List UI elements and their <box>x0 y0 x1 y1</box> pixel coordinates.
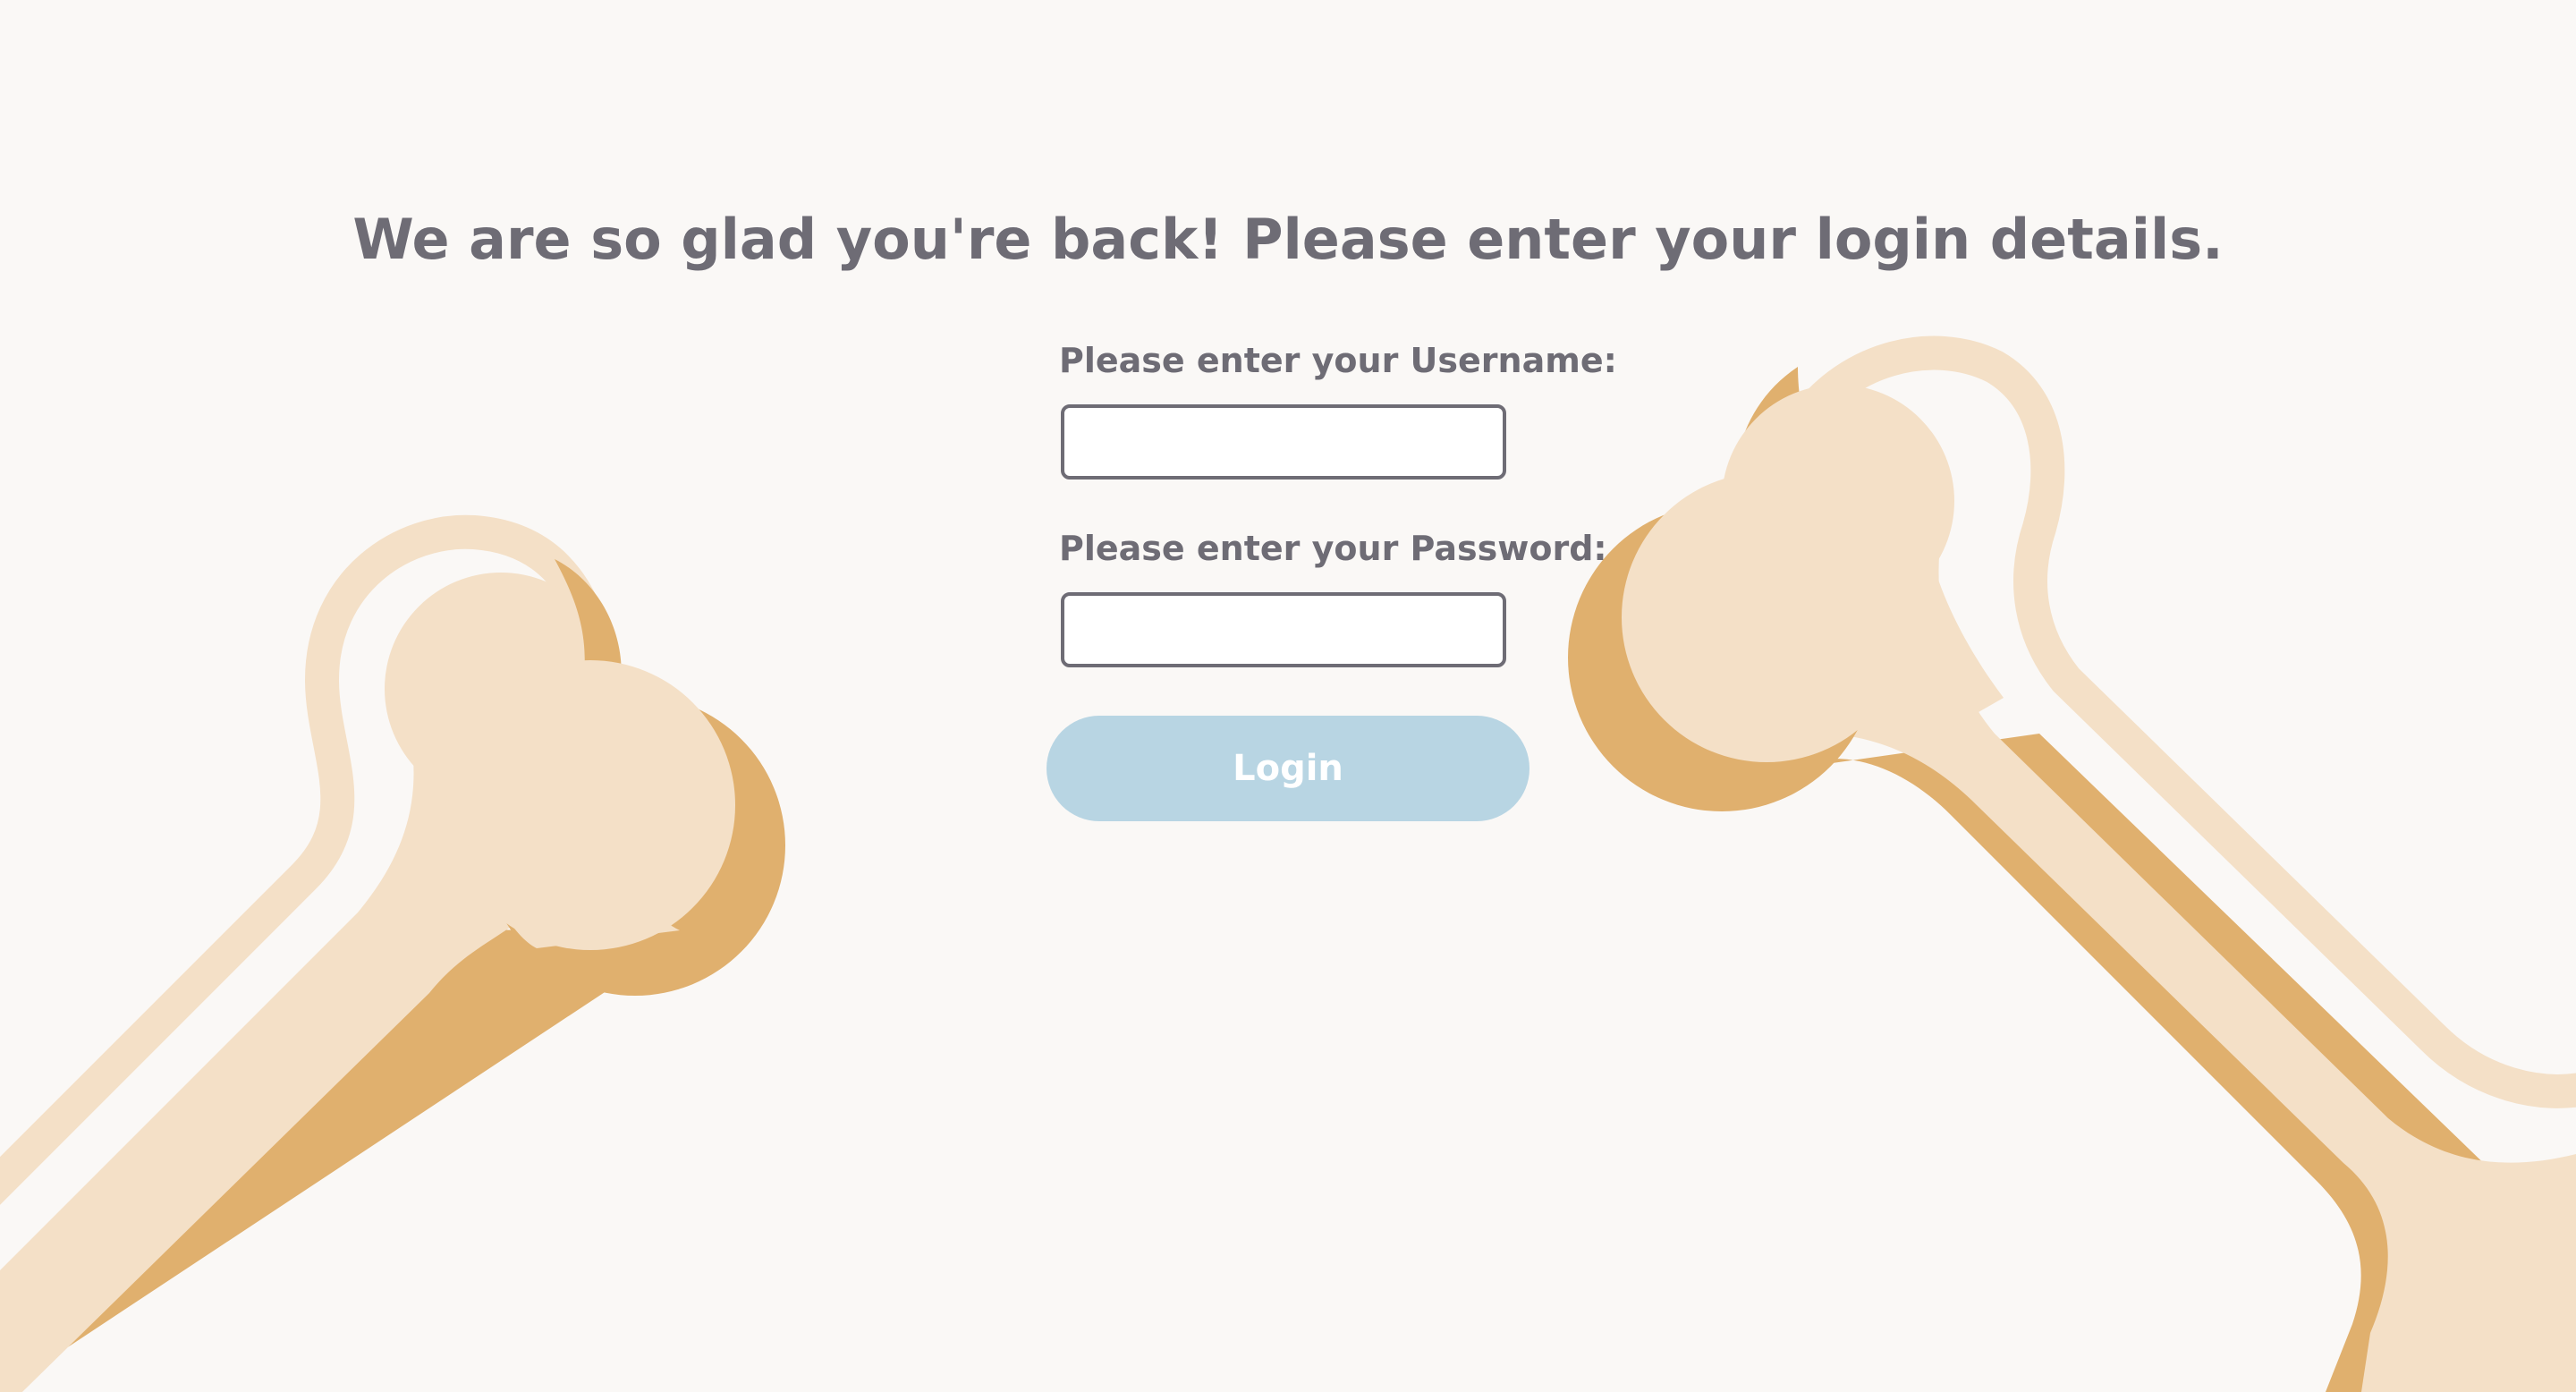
login-button[interactable]: Login <box>1046 716 1530 821</box>
page-heading: We are so glad you're back! Please enter… <box>352 207 2224 272</box>
username-label: Please enter your Username: <box>1059 341 1617 380</box>
username-input[interactable] <box>1061 404 1506 480</box>
password-input[interactable] <box>1061 592 1506 667</box>
password-label: Please enter your Password: <box>1059 529 1607 568</box>
login-page: We are so glad you're back! Please enter… <box>0 0 2576 1392</box>
